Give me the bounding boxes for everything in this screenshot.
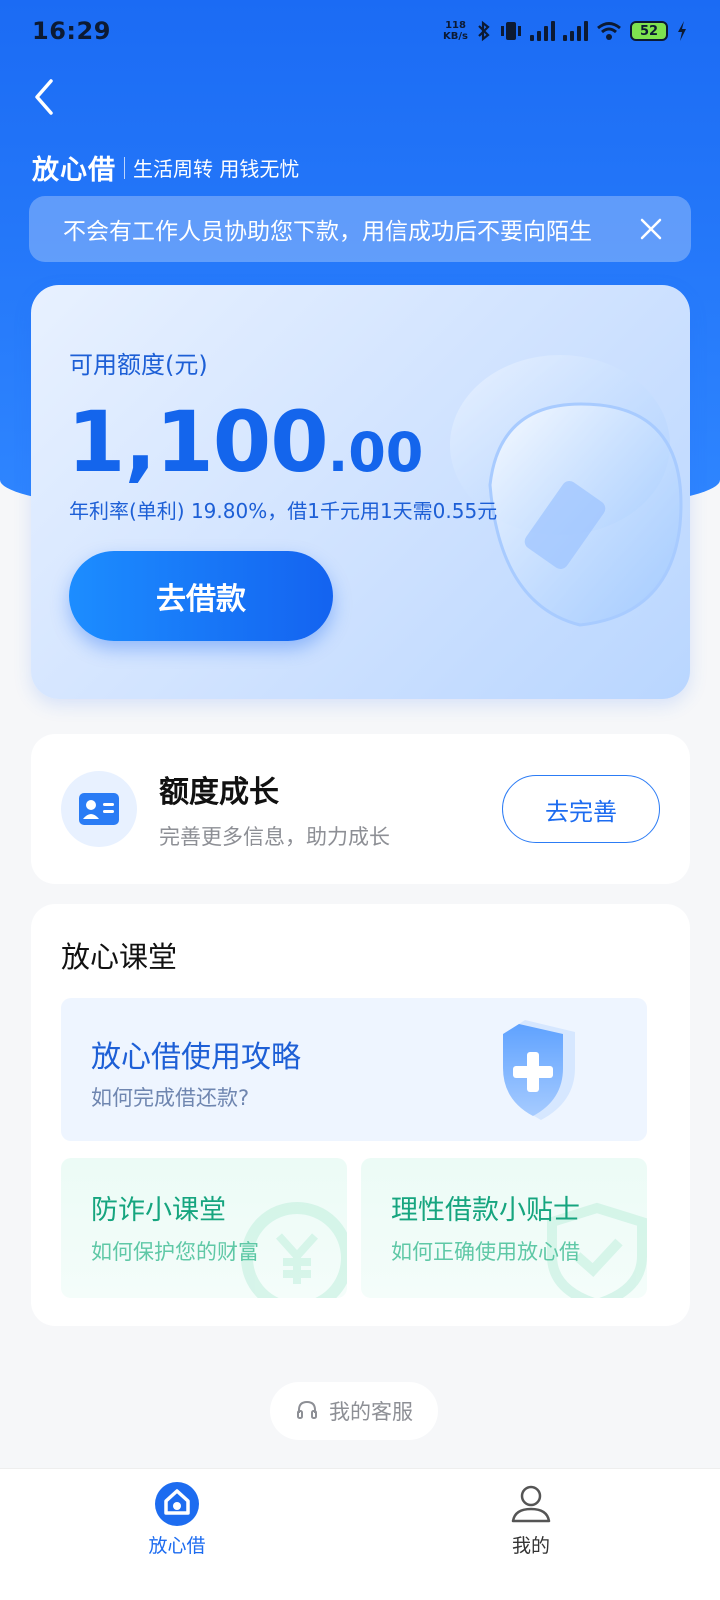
close-icon [640,218,662,240]
notice-close-button[interactable] [631,209,671,249]
customer-service-button[interactable]: 我的客服 [270,1382,438,1440]
bottom-tab-bar: 放心借 我的 [0,1468,720,1600]
complete-info-button[interactable]: 去完善 [502,775,660,843]
borrow-button[interactable]: 去借款 [69,551,333,641]
credit-card: 可用额度(元) 1,100 .00 年利率(单利) 19.80%，借1千元用1天… [31,285,690,699]
credit-growth-text: 额度成长 完善更多信息，助力成长 [159,767,502,851]
credit-growth-card: 额度成长 完善更多信息，助力成长 去完善 [31,734,690,884]
tab-home[interactable]: 放心借 [107,1481,247,1558]
guide-subtitle: 如何完成借还款? [91,1086,250,1110]
credit-growth-subtitle: 完善更多信息，助力成长 [159,825,390,849]
borrowing-tips-subtitle: 如何正确使用放心借 [391,1240,580,1264]
status-icons: 118 KB/s 52 [443,20,688,42]
headset-icon [297,1400,317,1419]
net-speed: 118 KB/s [443,20,468,42]
charging-icon [678,21,686,41]
status-time: 16:29 [32,17,111,45]
anti-fraud-subtitle: 如何保护您的财富 [91,1240,259,1264]
borrowing-tips-card[interactable]: 理性借款小贴士 如何正确使用放心借 [361,1158,647,1298]
brand-name: 放心借 [32,155,116,186]
tab-mine-label: 我的 [511,1535,550,1557]
vibrate-icon [501,22,521,40]
tab-mine[interactable]: 我的 [461,1481,601,1558]
customer-service-label: 我的客服 [329,1400,413,1424]
notice-banner: 不会有工作人员协助您下款，用信成功后不要向陌生 [29,196,691,262]
bluetooth-icon [478,20,490,42]
notice-text: 不会有工作人员协助您下款，用信成功后不要向陌生 [63,219,592,245]
shield-plus-icon [503,1020,575,1120]
brand-slogan: 生活周转 用钱无忧 [133,157,300,181]
id-card-icon [79,793,119,825]
chevron-left-icon [35,79,53,115]
home-logo-icon [155,1482,199,1526]
id-card-icon-wrap [61,771,137,847]
signal-icon [530,21,555,41]
brand-divider [124,156,125,179]
user-icon [511,1485,551,1523]
net-speed-value: 118 [445,20,466,31]
classroom-card: 放心课堂 放心借使用攻略 如何完成借还款? 防诈小课堂 如何保护您的财富 理性借… [31,904,690,1326]
tab-home-label: 放心借 [148,1535,206,1557]
credit-label: 可用额度(元) [69,351,208,379]
wifi-icon [597,22,621,40]
guide-title: 放心借使用攻略 [91,1040,301,1075]
credit-growth-title: 额度成长 [159,775,279,810]
back-button[interactable] [22,72,66,122]
guide-card[interactable]: 放心借使用攻略 如何完成借还款? [61,998,647,1141]
credit-amount: 1,100 .00 [67,393,423,491]
anti-fraud-title: 防诈小课堂 [91,1195,226,1226]
anti-fraud-card[interactable]: 防诈小课堂 如何保护您的财富 [61,1158,347,1298]
signal-icon-2 [563,21,588,41]
classroom-title: 放心课堂 [61,940,178,974]
battery-icon: 52 [630,21,668,41]
brand-header: 放心借 生活周转 用钱无忧 [32,148,299,187]
net-speed-unit: KB/s [443,31,468,42]
borrowing-tips-title: 理性借款小贴士 [391,1195,580,1226]
interest-rate-text: 年利率(单利) 19.80%，借1千元用1天需0.55元 [69,499,498,523]
credit-amount-decimal: .00 [327,421,424,484]
status-bar: 16:29 118 KB/s 52 [0,0,720,62]
credit-amount-integer: 1,100 [67,393,329,491]
